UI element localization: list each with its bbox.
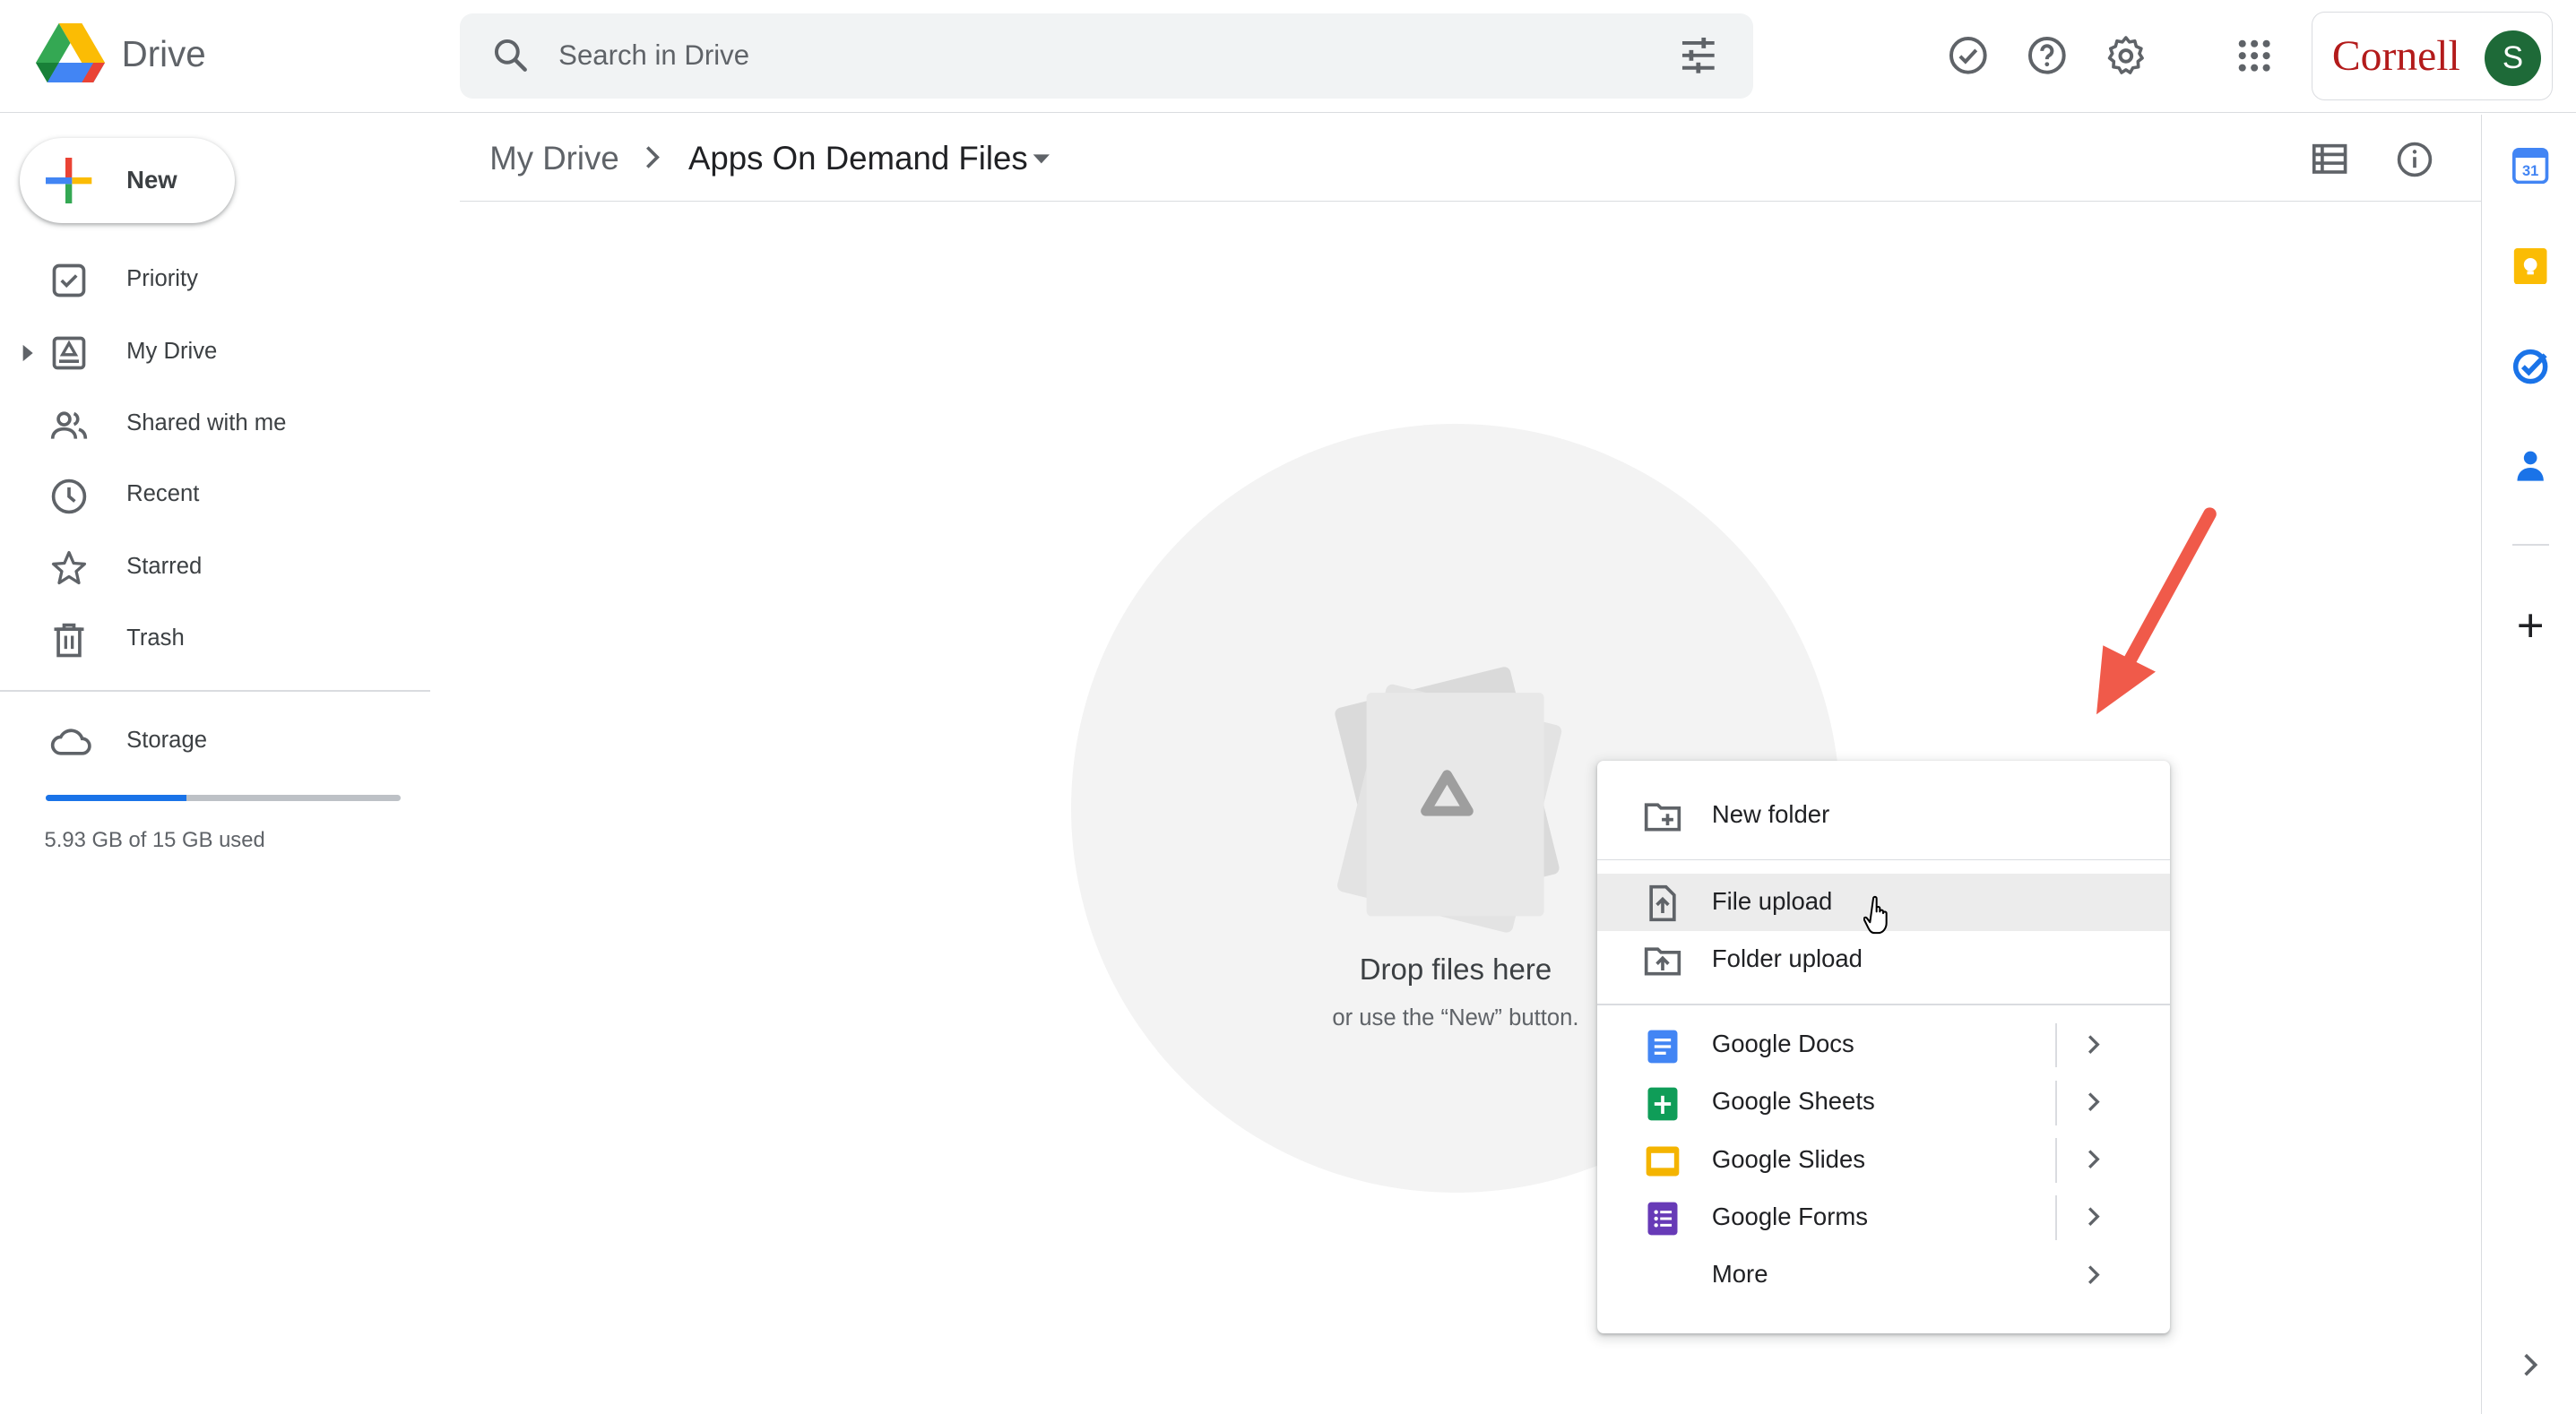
star-icon [51, 551, 87, 585]
apps-grid-icon[interactable] [2221, 23, 2286, 89]
add-addon-plus-icon[interactable] [2512, 608, 2548, 643]
submenu-separator [2054, 1022, 2057, 1068]
sidebar-item-starred[interactable]: Starred [0, 536, 430, 601]
menu-item-google-slides[interactable]: Google Slides [1597, 1132, 2171, 1189]
trash-icon [54, 623, 84, 658]
google-slides-icon [1646, 1146, 1680, 1177]
app-name: Drive [121, 32, 206, 74]
ready-for-offline-icon[interactable] [1935, 23, 2001, 89]
menu-item-label: File upload [1711, 886, 1833, 915]
menu-divider [1596, 1003, 2171, 1005]
storage-used-text: 5.93 GB of 15 GB used [44, 827, 265, 852]
menu-item-label: Google Sheets [1711, 1087, 1875, 1116]
account-switcher[interactable]: Cornell S [2311, 11, 2554, 100]
menu-item-label: Google Forms [1711, 1202, 1869, 1230]
my-drive-icon [52, 336, 86, 370]
expand-panel-chevron-icon[interactable] [2512, 1347, 2548, 1383]
side-panel-rail: 31 [2480, 115, 2576, 1414]
menu-item-label: Google Slides [1711, 1144, 1865, 1173]
sidebar-item-recent[interactable]: Recent [0, 463, 430, 529]
new-item-menu: New folder File upload Folder upload Goo… [1596, 760, 2171, 1334]
menu-item-label: Google Docs [1711, 1030, 1854, 1058]
menu-item-label: More [1711, 1259, 1768, 1288]
cloud-icon [50, 729, 91, 756]
menu-item-label: New folder [1711, 799, 1830, 828]
chevron-right-icon [645, 146, 660, 169]
file-upload-icon [1649, 884, 1676, 922]
menu-item-more[interactable]: More [1597, 1246, 2171, 1304]
clock-icon [51, 479, 87, 513]
sidebar-item-trash[interactable]: Trash [0, 608, 430, 673]
avatar[interactable]: S [2485, 30, 2541, 87]
submenu-separator [2054, 1081, 2057, 1125]
sidebar-item-priority[interactable]: Priority [0, 248, 430, 314]
sidebar-divider [0, 689, 431, 692]
storage-progress-fill [46, 795, 186, 802]
sidebar: New Priority My Drive Shared with me Rec… [0, 115, 431, 1414]
organization-logo: Cornell [2331, 32, 2460, 80]
folder-upload-icon [1644, 947, 1681, 976]
details-info-button[interactable] [2389, 133, 2442, 185]
new-button-label: New [126, 166, 177, 194]
settings-gear-icon[interactable] [2093, 23, 2158, 89]
info-icon [2398, 142, 2433, 177]
breadcrumb-current-folder[interactable]: Apps On Demand Files [688, 140, 1028, 177]
new-folder-icon [1644, 803, 1681, 832]
sidebar-item-label: My Drive [126, 338, 218, 364]
menu-item-new-folder[interactable]: New folder [1597, 787, 2171, 844]
search-icon[interactable] [489, 34, 532, 77]
sidebar-item-storage[interactable]: Storage [0, 710, 430, 775]
keep-icon[interactable] [2512, 247, 2548, 285]
new-button[interactable]: New [19, 137, 236, 224]
sidebar-item-label: Starred [126, 553, 203, 579]
expand-caret-icon[interactable] [20, 343, 36, 363]
chevron-right-icon[interactable] [2081, 1262, 2105, 1288]
search-options-icon[interactable] [1677, 34, 1720, 77]
search-input[interactable] [558, 29, 1578, 82]
sidebar-item-shared-with-me[interactable]: Shared with me [0, 392, 430, 458]
sidebar-item-label: Priority [126, 265, 198, 291]
svg-text:31: 31 [2522, 163, 2538, 179]
contacts-icon[interactable] [2512, 448, 2548, 484]
chevron-right-icon[interactable] [2081, 1203, 2105, 1229]
google-sheets-icon [1647, 1087, 1678, 1121]
chevron-right-icon[interactable] [2081, 1146, 2105, 1172]
priority-icon [52, 264, 86, 297]
rail-divider [2512, 543, 2549, 546]
empty-folder-illustration [1335, 667, 1562, 933]
submenu-separator [2054, 1195, 2057, 1240]
menu-item-folder-upload[interactable]: Folder upload [1597, 931, 2171, 988]
hand-cursor-icon [1863, 895, 1888, 935]
storage-label: Storage [126, 727, 207, 753]
plus-icon [46, 157, 92, 204]
sidebar-item-label: Shared with me [126, 410, 287, 436]
submenu-separator [2054, 1138, 2057, 1183]
dropdown-arrow-icon[interactable] [1030, 148, 1053, 171]
people-icon [50, 411, 88, 439]
list-view-icon [2312, 144, 2347, 175]
google-forms-icon [1647, 1202, 1678, 1236]
sidebar-item-label: Trash [126, 625, 185, 651]
sidebar-item-label: Recent [126, 481, 200, 507]
breadcrumb-my-drive[interactable]: My Drive [489, 140, 619, 177]
calendar-icon[interactable]: 31 [2512, 147, 2549, 185]
google-docs-icon [1647, 1030, 1678, 1063]
menu-item-label: Folder upload [1711, 944, 1863, 972]
menu-item-google-docs[interactable]: Google Docs [1597, 1017, 2171, 1074]
storage-progress-bar [46, 795, 402, 802]
menu-item-google-sheets[interactable]: Google Sheets [1597, 1074, 2171, 1132]
menu-divider [1596, 858, 2171, 861]
top-header: Drive Search in Drive Cornell S [0, 0, 2576, 114]
list-view-toggle[interactable] [2304, 133, 2356, 185]
chevron-right-icon[interactable] [2081, 1031, 2105, 1057]
search-bar[interactable] [460, 13, 1753, 99]
help-icon[interactable] [2014, 23, 2079, 89]
chevron-right-icon[interactable] [2081, 1089, 2105, 1115]
annotation-arrow-icon [2096, 507, 2217, 715]
tasks-icon[interactable] [2512, 349, 2548, 384]
breadcrumb: My Drive Apps On Demand Files [460, 115, 2481, 203]
sidebar-item-my-drive[interactable]: My Drive [0, 320, 430, 385]
drive-logo-icon[interactable] [36, 22, 106, 86]
menu-item-google-forms[interactable]: Google Forms [1597, 1189, 2171, 1246]
